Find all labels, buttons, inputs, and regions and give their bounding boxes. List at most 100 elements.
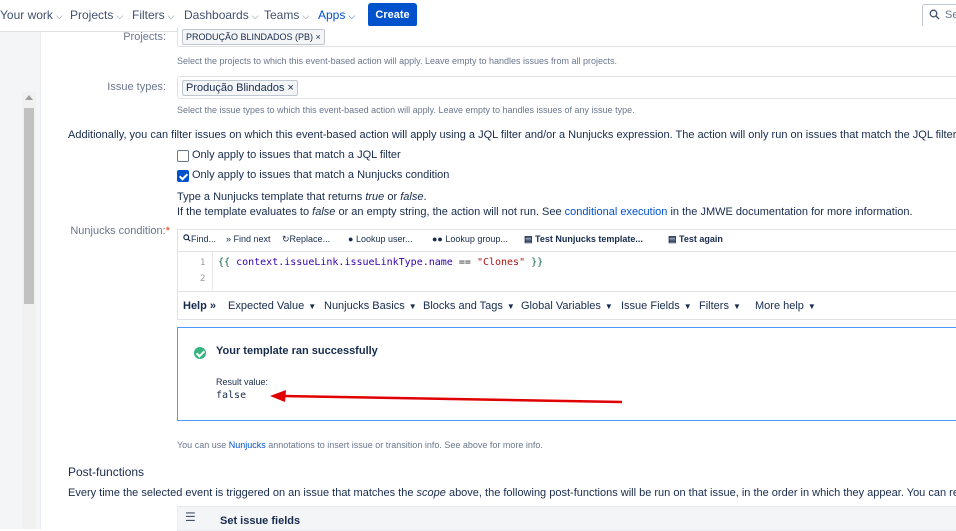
chevron-down-icon: ⌵ — [55, 11, 63, 21]
find-next-label: Find next — [233, 234, 271, 244]
help-global-variables[interactable]: Global Variables ▼ — [521, 300, 613, 312]
replace-label: Replace... — [289, 234, 331, 244]
nav-projects[interactable]: Projects ⌵ — [70, 0, 123, 31]
projects-field[interactable]: PRODUÇÃO BLINDADOS (PB) × — [177, 26, 956, 47]
help-item-label: Blocks and Tags — [423, 300, 503, 312]
hint-text: or — [384, 191, 401, 203]
nunjucks-annotations-note: You can use Nunjucks annotations to inse… — [177, 440, 543, 450]
required-mark: * — [165, 225, 170, 237]
project-tag-label: PRODUÇÃO BLINDADOS (PB) — [186, 32, 314, 42]
chevron-down-icon: ▼ — [408, 302, 417, 311]
scroll-up-arrow-icon[interactable] — [25, 95, 33, 100]
create-button[interactable]: Create — [368, 3, 417, 27]
hint-text: in the JMWE documentation for more infor… — [667, 206, 913, 218]
test-icon: ▤ — [524, 234, 533, 244]
help-item-label: Expected Value — [228, 300, 305, 312]
projects-help: Select the projects to which this event-… — [177, 56, 618, 66]
help-label: Help » — [183, 300, 216, 312]
remove-tag-icon[interactable]: × — [288, 82, 294, 94]
gutter-divider — [212, 252, 213, 290]
remove-tag-icon[interactable]: × — [316, 32, 321, 42]
chevron-down-icon: ⌵ — [348, 11, 356, 21]
code-line-1[interactable]: {{ context.issueLink.issueLinkType.name … — [218, 257, 543, 268]
post-function-item[interactable]: ☰ Set issue fields — [177, 506, 956, 531]
help-blocks-and-tags[interactable]: Blocks and Tags ▼ — [423, 300, 515, 312]
help-item-label: Nunjucks Basics — [324, 300, 405, 312]
nav-label: Your work — [0, 8, 53, 22]
test-nunjucks-template-button[interactable]: ▤ Test Nunjucks template... — [524, 234, 643, 245]
lookup-user-label: Lookup user... — [355, 234, 413, 244]
scrollbar-thumb[interactable] — [24, 108, 34, 304]
help-nunjucks-basics[interactable]: Nunjucks Basics ▼ — [324, 300, 417, 312]
desc-scope: scope — [416, 487, 446, 499]
issue-type-tag: Produção Blindados × — [182, 80, 298, 96]
test-again-button[interactable]: ▤ Test again — [668, 234, 723, 245]
post-functions-description: Every time the selected event is trigger… — [68, 487, 956, 499]
lookup-group-button[interactable]: ●● Lookup group... — [432, 234, 508, 244]
chevron-down-icon: ▼ — [308, 302, 317, 311]
hint-false: false — [400, 191, 424, 203]
code-area[interactable]: 1 2 {{ context.issueLink.issueLinkType.n… — [178, 252, 956, 290]
nav-your-work[interactable]: Your work ⌵ — [0, 0, 63, 31]
jql-filter-checkbox[interactable] — [177, 150, 189, 162]
project-tag: PRODUÇÃO BLINDADOS (PB) × — [182, 29, 325, 45]
editor-help-bar: Help » Expected Value ▼ Nunjucks Basics ▼ … — [178, 291, 956, 319]
issue-types-field[interactable]: Produção Blindados × — [177, 76, 956, 99]
chevron-down-icon: ⌵ — [302, 11, 310, 21]
nunjucks-link[interactable]: Nunjucks — [229, 440, 266, 450]
lookup-group-label: Lookup group... — [445, 234, 508, 244]
hint-text: Type a Nunjucks template that returns — [177, 191, 366, 203]
help-issue-fields[interactable]: Issue Fields ▼ — [621, 300, 692, 312]
issue-type-tag-label: Produção Blindados — [186, 82, 285, 94]
help-text: Help — [183, 300, 207, 312]
result-title: Your template ran successfully — [216, 345, 378, 357]
help-expected-value[interactable]: Expected Value ▼ — [228, 300, 316, 312]
drag-handle-icon[interactable]: ☰ — [185, 510, 196, 524]
nav-label: Apps — [318, 8, 346, 22]
replace-button[interactable]: ↻Replace... — [282, 234, 330, 245]
desc-text: Every time the selected event is trigger… — [68, 487, 417, 499]
search-icon — [183, 234, 191, 242]
help-item-label: Issue Fields — [621, 300, 680, 312]
red-arrow-annotation — [270, 390, 623, 404]
result-value: false — [216, 390, 247, 401]
scrollbar[interactable] — [22, 92, 36, 529]
help-item-label: Global Variables — [521, 300, 601, 312]
nav-label: Teams — [264, 8, 300, 22]
code-expression: context.issueLink.issueLinkType.name — [236, 257, 453, 268]
note-text: You can use — [177, 440, 229, 450]
group-icon: ●● — [432, 234, 443, 244]
hint-text: If the template evaluates to — [177, 206, 313, 218]
filter-intro-text: Additionally, you can filter issues on w… — [68, 129, 956, 141]
nunjucks-condition-field-label: Nunjucks condition:* — [60, 225, 170, 237]
test-again-icon: ▤ — [668, 234, 677, 244]
find-next-button[interactable]: » Find next — [226, 234, 271, 244]
help-filters[interactable]: Filters ▼ — [699, 300, 741, 312]
nav-label: Filters — [132, 8, 165, 22]
nunjucks-editor[interactable]: Find... » Find next ↻Replace... ● Lookup… — [177, 229, 956, 320]
search-input[interactable]: Se — [922, 4, 956, 28]
lookup-user-button[interactable]: ● Lookup user... — [348, 234, 413, 244]
nav-label: Dashboards — [184, 8, 249, 22]
code-delimiter: {{ — [218, 257, 231, 268]
template-hint-line2: If the template evaluates to false or an… — [177, 206, 913, 218]
code-delimiter: }} — [531, 257, 544, 268]
chevron-down-icon: ▼ — [807, 302, 816, 311]
find-label: Find... — [191, 234, 217, 244]
nunjucks-condition-checkbox[interactable] — [177, 170, 189, 182]
help-item-label: More help — [755, 300, 804, 312]
find-button[interactable]: Find... — [183, 234, 216, 244]
label-text: Nunjucks condition: — [70, 225, 166, 237]
nav-filters[interactable]: Filters ⌵ — [132, 0, 175, 31]
find-next-icon: » — [226, 234, 232, 244]
chevron-down-icon: ⌵ — [251, 11, 259, 21]
help-item-label: Filters — [699, 300, 729, 312]
hint-true: true — [365, 191, 385, 203]
nav-label: Projects — [70, 8, 114, 22]
issue-types-help: Select the issue types to which this eve… — [177, 105, 635, 115]
hint-text: or an empty string, the action will not … — [335, 206, 565, 218]
help-more-help[interactable]: More help ▼ — [755, 300, 816, 312]
chevron-down-icon: ▼ — [732, 302, 741, 311]
conditional-execution-link[interactable]: conditional execution — [565, 206, 668, 218]
editor-toolbar: Find... » Find next ↻Replace... ● Lookup… — [178, 230, 956, 252]
